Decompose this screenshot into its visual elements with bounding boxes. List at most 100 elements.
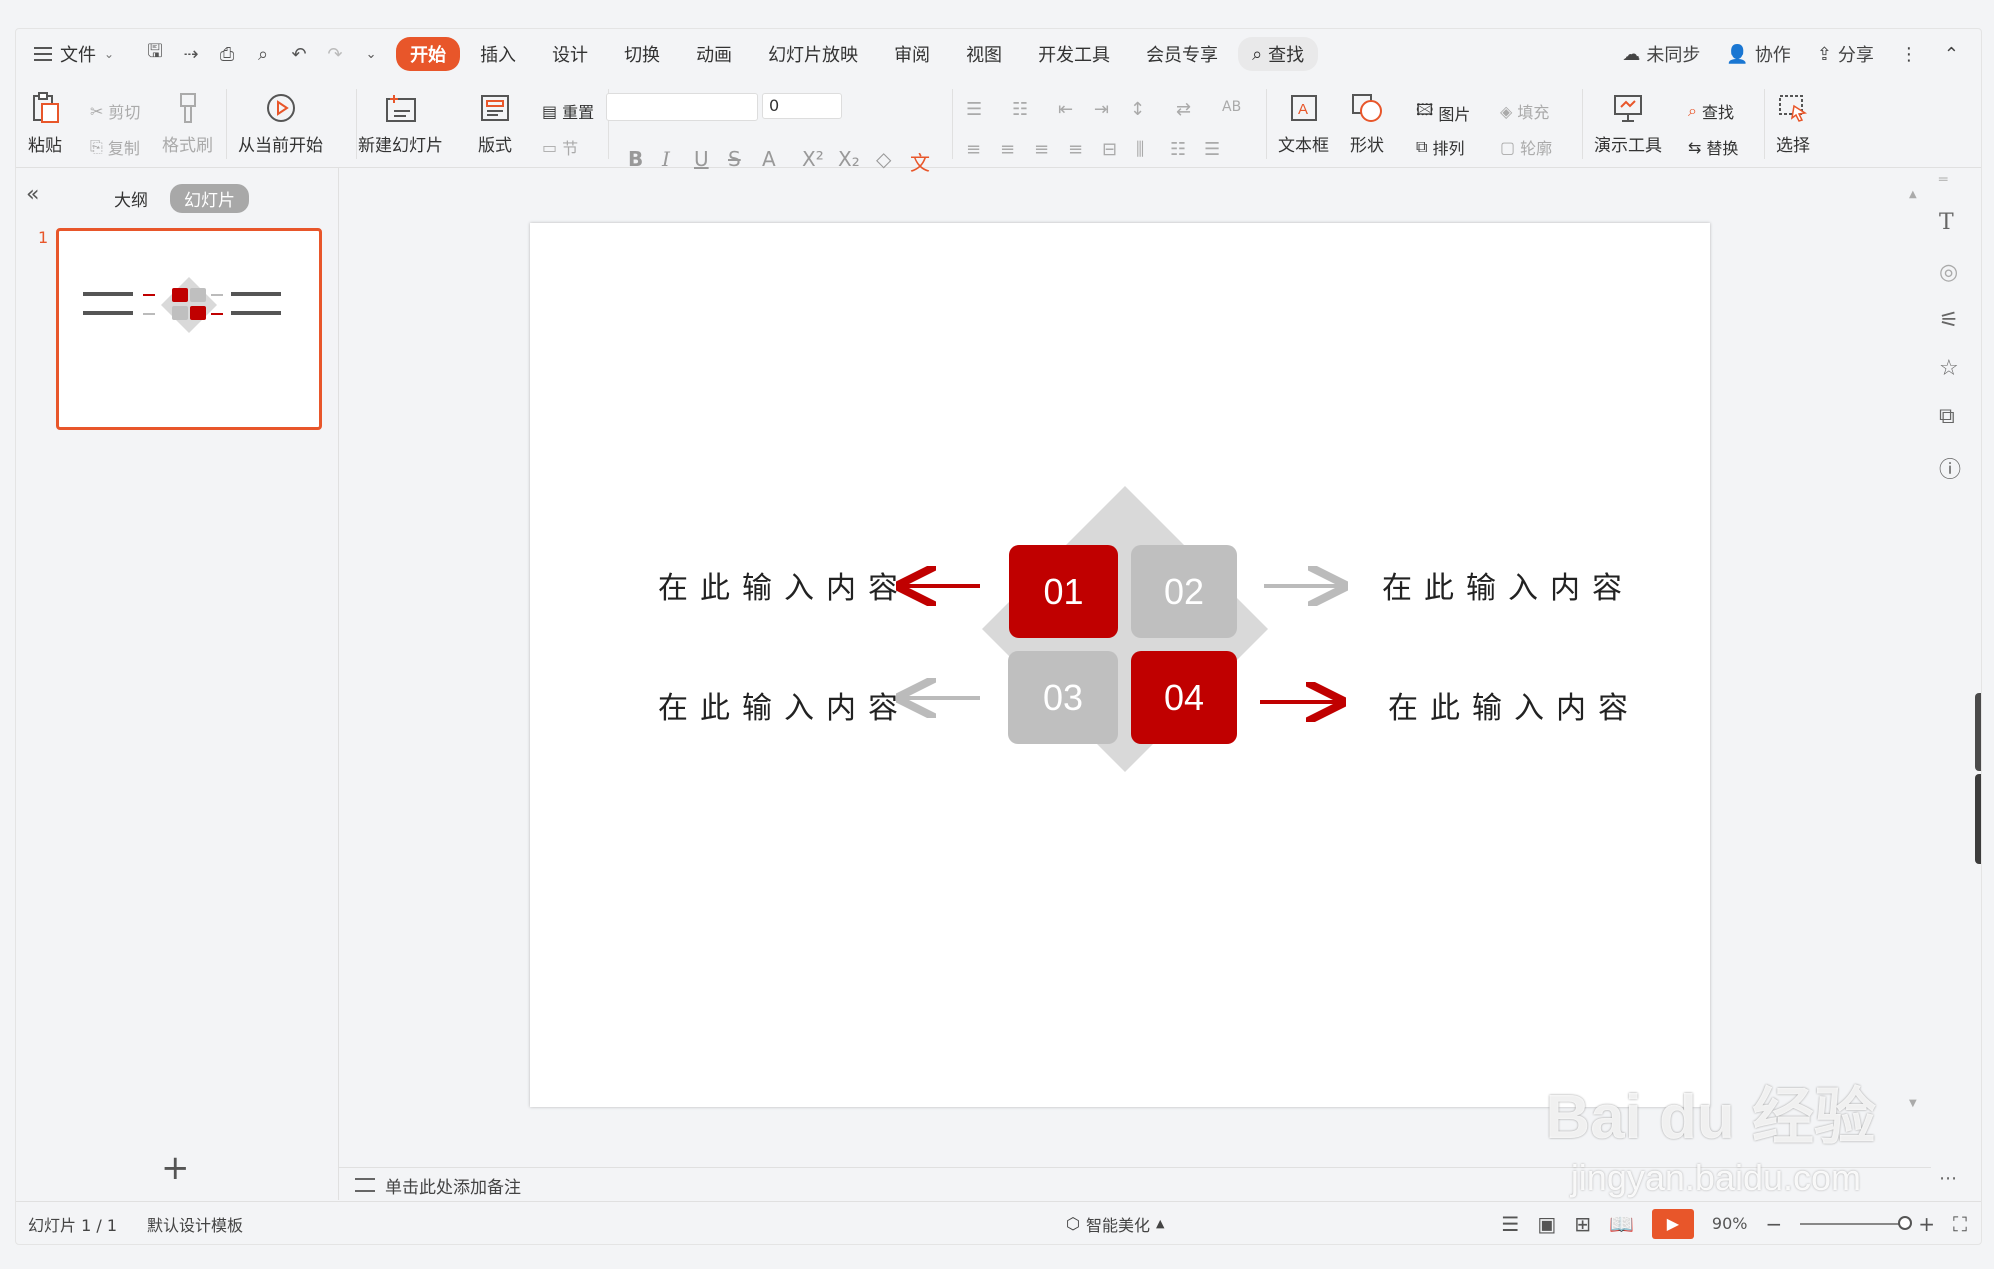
slideshow-play-button[interactable]: ▶ [1651,1208,1694,1239]
zoom-in-icon[interactable]: + [1918,1212,1935,1236]
tab-view[interactable]: 视图 [950,37,1018,71]
add-slide-icon[interactable]: + [161,1148,190,1188]
font-size-select[interactable]: 0 [762,93,842,119]
text-align-icon[interactable]: ☰ [1204,139,1220,160]
sync-button[interactable]: ☁ 未同步 [1622,41,1700,67]
collab-button[interactable]: 👤 协作 [1726,41,1790,67]
text-top-left[interactable]: 在此输入内容 [658,563,910,607]
zoom-out-icon[interactable]: − [1765,1212,1782,1236]
play-from-current-button[interactable]: 从当前开始 [238,91,323,156]
align-text-icon[interactable]: ☷ [1170,139,1186,160]
tab-home[interactable]: 开始 [396,37,461,71]
zoom-level[interactable]: 90% [1712,1214,1748,1233]
find-button[interactable]: ⌕ 查找 [1688,99,1734,123]
zoom-slider[interactable] [1800,1215,1913,1230]
share-button[interactable]: ⇪ 分享 [1817,41,1874,67]
tab-member[interactable]: 会员专享 [1130,37,1234,71]
layout-button[interactable]: 版式 [478,91,512,156]
export-icon[interactable]: ⇢ [180,44,202,65]
vertical-scrollbar[interactable]: ▲ ▼ [1904,179,1918,1139]
slide-thumbnail[interactable] [56,228,322,430]
align-left-icon[interactable]: ≡ [966,139,981,160]
text-style-icon[interactable]: T [1939,210,1954,235]
align-center-icon[interactable]: ≡ [1000,139,1015,160]
zoom-slider-knob[interactable] [1898,1215,1913,1230]
collapse-ribbon-icon[interactable]: ⌃ [1944,44,1959,65]
side-tab[interactable] [1975,774,1981,864]
align-right-icon[interactable]: ≡ [1034,139,1049,160]
box-02[interactable]: 02 [1131,545,1237,638]
cut-button[interactable]: ✂ 剪切 [90,99,140,123]
justify-icon[interactable]: ≡ [1068,139,1083,160]
increase-indent-icon[interactable]: ⇥ [1094,99,1109,120]
section-button[interactable]: ▭ 节 [542,135,578,159]
template-name[interactable]: 默认设计模板 [147,1212,243,1236]
textbox-button[interactable]: A 文本框 [1278,91,1329,156]
paste-button[interactable]: 粘贴 [28,91,62,156]
scroll-down-icon[interactable]: ▼ [1909,1098,1917,1109]
redo-icon[interactable]: ↷ [324,44,346,65]
arrange-button[interactable]: ⧉ 排列 [1416,135,1464,159]
brush-icon [171,91,205,125]
more-menu-icon[interactable]: ⋮ [1900,44,1918,65]
outline-button[interactable]: ▢ 轮廓 [1500,135,1552,159]
tab-slideshow[interactable]: 幻灯片放映 [752,37,874,71]
print-icon[interactable]: ⎙ [216,44,238,65]
slide-canvas[interactable]: 01 02 03 04 在此输入内容 在此输入内容 在此输入内容 在此输入内容 [530,223,1710,1107]
smart-beautify-button[interactable]: ⬡ 智能美化 ▲ [1066,1212,1164,1236]
box-04[interactable]: 04 [1131,651,1237,744]
reading-view-icon[interactable]: 📖 [1609,1212,1634,1236]
select-button[interactable]: 选择 [1776,91,1810,156]
distribute-icon[interactable]: ⊟ [1102,139,1117,160]
tab-review[interactable]: 审阅 [878,37,946,71]
text-top-right[interactable]: 在此输入内容 [1382,563,1634,607]
more-icon[interactable]: ⋯ [1939,1168,1957,1189]
normal-view-icon[interactable]: ▣ [1537,1212,1556,1236]
replace-button[interactable]: ⇆ 替换 [1688,135,1738,159]
text-direction-icon[interactable]: ⇄ [1176,99,1191,120]
text-bottom-left[interactable]: 在此输入内容 [658,683,910,727]
fill-button[interactable]: ◈ 填充 [1500,99,1549,123]
side-tab[interactable] [1975,693,1981,771]
text-bottom-right[interactable]: 在此输入内容 [1388,683,1640,727]
tab-design[interactable]: 设计 [536,37,604,71]
bulb-icon[interactable]: ◎ [1939,260,1958,285]
decrease-indent-icon[interactable]: ⇤ [1058,99,1073,120]
outline-tab[interactable]: 大纲 [104,184,158,213]
save-icon[interactable]: 🖫 [144,39,166,69]
scroll-up-icon[interactable]: ▲ [1909,189,1917,200]
new-slide-button[interactable]: 新建幻灯片 [358,91,443,156]
columns-icon[interactable]: ⫼ [1136,139,1144,160]
bullet-list-icon[interactable]: ☰ [966,99,982,120]
help-icon[interactable]: ⓘ [1939,452,1961,484]
notes-toggle-icon[interactable]: ☰ [1501,1212,1519,1236]
tab-animation[interactable]: 动画 [680,37,748,71]
presenter-tools-button[interactable]: 演示工具 [1594,91,1662,156]
star-icon[interactable]: ☆ [1939,356,1959,381]
adjust-icon[interactable]: ⚟ [1939,308,1959,333]
fit-window-icon[interactable]: ⛶ [1953,1212,1967,1236]
file-menu[interactable]: 文件 ⌄ [34,41,114,67]
tab-developer[interactable]: 开发工具 [1022,37,1126,71]
copy-button[interactable]: ⎘ 复制 [90,135,140,159]
box-03[interactable]: 03 [1008,651,1118,744]
customize-icon[interactable]: ⌄ [360,47,382,62]
shape-button[interactable]: 形状 [1350,91,1384,156]
grid-view-icon[interactable]: ⊞ [1574,1212,1591,1236]
slides-tab[interactable]: 幻灯片 [170,184,249,213]
tab-transition[interactable]: 切换 [608,37,676,71]
char-spacing-icon[interactable]: AB [1222,99,1241,115]
search-tab[interactable]: ⌕ 查找 [1238,37,1319,71]
box-01[interactable]: 01 [1009,545,1118,638]
font-family-select[interactable] [606,93,758,121]
picture-button[interactable]: 🖾 图片 [1416,99,1470,126]
numbered-list-icon[interactable]: ☷ [1012,99,1028,120]
collapse-panel-icon[interactable]: « [26,182,39,207]
slides-icon[interactable]: ⧉ [1939,404,1955,429]
print-preview-icon[interactable]: ⌕ [252,44,274,65]
undo-icon[interactable]: ↶ [288,44,310,65]
tab-insert[interactable]: 插入 [464,37,532,71]
line-spacing-icon[interactable]: ↕ [1130,99,1145,120]
format-painter-button[interactable]: 格式刷 [162,91,213,156]
reset-button[interactable]: ▤ 重置 [542,99,594,123]
